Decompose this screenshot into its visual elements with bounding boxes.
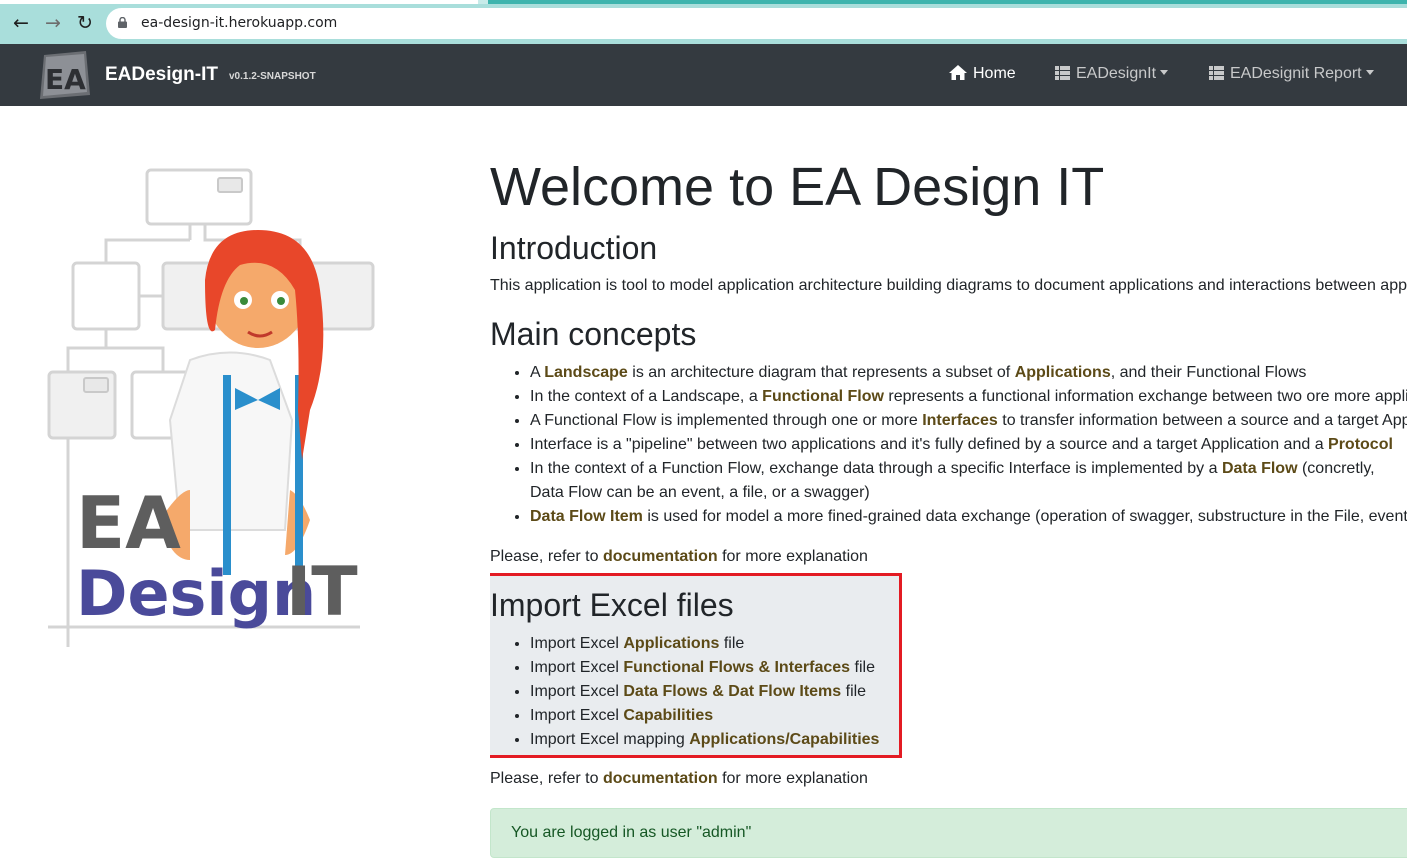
- refer-documentation-text: Please, refer to documentation for more …: [490, 770, 868, 787]
- active-tab[interactable]: [0, 0, 478, 4]
- illustration-design-word: Design: [76, 557, 316, 630]
- list-item: In the context of a Landscape, a Functio…: [530, 385, 1407, 409]
- list-item: A Landscape is an architecture diagram t…: [530, 361, 1407, 385]
- import-list: Import Excel Applications file Import Ex…: [490, 632, 879, 752]
- nav-report-label: EADesignit Report: [1230, 65, 1362, 82]
- list-item: Data Flow Item is used for model a more …: [530, 505, 1407, 529]
- refer-documentation-text: Please, refer to documentation for more …: [490, 548, 868, 565]
- home-icon: [949, 65, 967, 80]
- list-item: Import Excel Functional Flows & Interfac…: [530, 656, 879, 680]
- landscape-link[interactable]: Landscape: [544, 364, 628, 381]
- brand-name[interactable]: EADesign-IT: [105, 64, 218, 86]
- list-item: Import Excel Capabilities: [530, 704, 879, 728]
- back-button[interactable]: ←: [10, 12, 32, 34]
- illustration-it-word: IT: [286, 553, 358, 632]
- table-icon: [1055, 66, 1070, 80]
- import-excel-panel: Import Excel files Import Excel Applicat…: [490, 573, 902, 758]
- login-status-text: You are logged in as user "admin": [511, 824, 752, 841]
- brand-version: v0.1.2-SNAPSHOT: [229, 71, 316, 82]
- arrow-right-icon: →: [45, 12, 61, 34]
- nav-home[interactable]: Home: [949, 65, 1016, 83]
- functional-flow-link[interactable]: Functional Flow: [762, 388, 884, 405]
- address-bar[interactable]: ea-design-it.herokuapp.com: [106, 8, 1407, 39]
- applications-link[interactable]: Applications: [1015, 364, 1111, 381]
- login-status-alert: You are logged in as user "admin": [490, 808, 1407, 858]
- reload-icon: ↻: [77, 12, 93, 34]
- nav-home-label: Home: [973, 65, 1016, 82]
- nav-eadesignit-label: EADesignIt: [1076, 65, 1157, 82]
- list-item: Interface is a "pipeline" between two ap…: [530, 433, 1407, 457]
- arrow-left-icon: ←: [13, 12, 29, 34]
- import-applications-link[interactable]: Applications: [623, 635, 719, 652]
- tab-strip-accent: [488, 0, 1407, 4]
- list-item: In the context of a Function Flow, excha…: [530, 457, 1407, 505]
- page-title: Welcome to EA Design IT: [490, 157, 1105, 217]
- url-text: ea-design-it.herokuapp.com: [141, 15, 338, 31]
- forward-button[interactable]: →: [42, 12, 64, 34]
- app-navbar: EA EADesign-IT v0.1.2-SNAPSHOT Home EADe…: [0, 44, 1407, 106]
- ea-logo-icon[interactable]: EA: [38, 51, 92, 99]
- documentation-link[interactable]: documentation: [603, 770, 718, 787]
- data-flow-item-link[interactable]: Data Flow Item: [530, 508, 643, 525]
- ea-design-it-illustration: EA Design IT: [47, 168, 375, 647]
- import-mapping-link[interactable]: Applications/Capabilities: [689, 731, 879, 748]
- data-flow-link[interactable]: Data Flow: [1222, 460, 1298, 477]
- caret-down-icon: [1160, 70, 1169, 75]
- lock-icon: [118, 17, 127, 28]
- main-content: Welcome to EA Design IT Introduction Thi…: [490, 106, 1407, 865]
- import-data-flows-link[interactable]: Data Flows & Dat Flow Items: [623, 683, 841, 700]
- list-item: A Functional Flow is implemented through…: [530, 409, 1407, 433]
- protocol-link[interactable]: Protocol: [1328, 436, 1393, 453]
- import-excel-heading: Import Excel files: [490, 587, 734, 623]
- import-functional-flows-link[interactable]: Functional Flows & Interfaces: [623, 659, 850, 676]
- list-item: Import Excel mapping Applications/Capabi…: [530, 728, 879, 752]
- introduction-text: This application is tool to model applic…: [490, 277, 1407, 294]
- nav-eadesignit-dropdown[interactable]: EADesignIt: [1055, 65, 1169, 83]
- main-concepts-heading: Main concepts: [490, 316, 697, 352]
- svg-text:EA: EA: [45, 63, 86, 96]
- table-icon: [1209, 66, 1224, 80]
- tab-strip: [0, 0, 1407, 4]
- reload-button[interactable]: ↻: [74, 12, 96, 34]
- list-item: Import Excel Applications file: [530, 632, 879, 656]
- caret-down-icon: [1365, 70, 1374, 75]
- browser-toolbar: ← → ↻ ea-design-it.herokuapp.com: [0, 0, 1407, 44]
- introduction-heading: Introduction: [490, 230, 658, 266]
- nav-report-dropdown[interactable]: EADesignit Report: [1209, 65, 1374, 83]
- interfaces-link[interactable]: Interfaces: [922, 412, 998, 429]
- list-item: Import Excel Data Flows & Dat Flow Items…: [530, 680, 879, 704]
- import-capabilities-link[interactable]: Capabilities: [623, 707, 713, 724]
- illustration-ea-word: EA: [76, 481, 181, 565]
- concepts-list: A Landscape is an architecture diagram t…: [490, 361, 1407, 529]
- documentation-link[interactable]: documentation: [603, 548, 718, 565]
